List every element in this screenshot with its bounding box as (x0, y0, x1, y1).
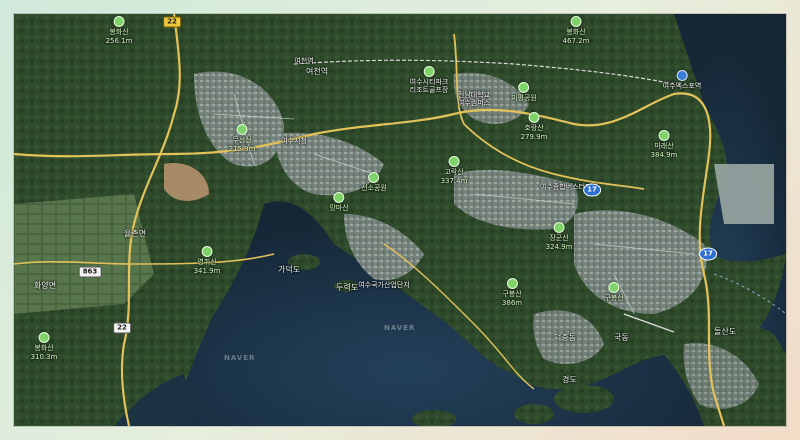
poi-elevation: 337.4m (440, 177, 468, 185)
poi-elevation: 341.9m (193, 267, 221, 275)
poi-name: 봉화산 (34, 344, 54, 352)
poi-name: 여천역 (294, 57, 314, 65)
place-label: 가덕도 (278, 265, 301, 274)
poi-elevation: 256.1m (105, 37, 133, 45)
place-label: 덕충동 (554, 333, 577, 342)
poi-name: 장군산 (549, 234, 569, 242)
poi-name: 마래산 (654, 142, 674, 150)
landmark-poi[interactable]: 여수시청 (281, 136, 307, 145)
route-863-shield: 863 (78, 266, 102, 278)
poi-name: 여수국가산업단지 (358, 281, 410, 289)
place-label: 돌산도 (714, 327, 737, 336)
island-south (514, 404, 554, 424)
poi-name: 봉화산 (566, 28, 586, 36)
mountain-icon (658, 130, 670, 141)
mountain-icon (608, 282, 620, 293)
mountain-poi[interactable]: 구봉산 (604, 282, 624, 302)
mountain-poi[interactable]: 마래산 384.9m (650, 130, 678, 159)
naver-watermark: NAVER (224, 354, 256, 362)
poi-name: 호랑산 (524, 124, 544, 132)
route-22-shield: 22 (113, 322, 131, 334)
place-label: 국동 (614, 333, 629, 342)
mountain-poi[interactable]: 구봉산 386m (502, 278, 522, 307)
poi-name: 전남대학교 여수캠퍼스 (457, 91, 491, 107)
mountain-icon (506, 278, 518, 289)
landmark-poi[interactable]: 여수엑스포역 (662, 70, 702, 90)
mountain-icon (448, 156, 460, 167)
poi-elevation: 386m (501, 299, 523, 307)
port-area (714, 164, 774, 224)
mountain-poi[interactable]: 봉화산 467.2m (562, 16, 590, 45)
landmark-poi[interactable]: 여천역 (294, 56, 313, 65)
poi-name: 구봉산 (502, 290, 522, 298)
poi-name: 영취산 (197, 258, 217, 266)
route-17-shield: 17 (699, 247, 717, 261)
poi-name: 여수엑스포역 (662, 82, 702, 90)
poi-elevation: 215.9m (228, 145, 256, 153)
mountain-icon (553, 222, 565, 233)
island-gyeongdo (554, 385, 614, 413)
mountain-icon (113, 16, 125, 27)
poi-name: 구봉산 (604, 294, 624, 302)
poi-name: 여수시청 (281, 137, 307, 145)
landmark-poi[interactable]: 미평공원 (511, 82, 537, 102)
poi-elevation: 324.9m (545, 243, 573, 251)
landmark-poi[interactable]: 여수국가산업단지 (358, 280, 410, 289)
poi-name: 선소공원 (361, 184, 387, 192)
poi-name: 여수시티파크 리조트골프장 (409, 78, 449, 94)
poi-name: 망마산 (329, 204, 349, 212)
landmark-poi[interactable]: 전남대학교 여수캠퍼스 (458, 90, 490, 107)
train-station-icon (676, 70, 688, 81)
mountain-poi[interactable]: 봉화산 256.1m (105, 16, 133, 45)
mountain-icon (570, 16, 582, 27)
mountain-poi[interactable]: 무선산 215.9m (228, 124, 256, 153)
park-icon (368, 172, 380, 183)
mountain-poi[interactable]: 영취산 341.9m (193, 246, 221, 275)
mountain-poi[interactable]: 봉화산 310.3m (30, 332, 58, 361)
landmark-poi[interactable]: 선소공원 (361, 172, 387, 192)
landmark-poi[interactable]: 여수시티파크 리조트골프장 (409, 66, 449, 94)
place-label: 경도 (562, 375, 577, 384)
place-label: 여천역 (306, 67, 329, 76)
park-icon (518, 82, 530, 93)
mountain-icon (333, 192, 345, 203)
mountain-poi[interactable]: 고락산 337.4m (440, 156, 468, 185)
poi-elevation: 467.2m (562, 37, 590, 45)
poi-elevation: 279.9m (520, 133, 548, 141)
route-17-shield: 17 (583, 183, 601, 197)
mountain-icon (236, 124, 248, 135)
naver-watermark: NAVER (384, 324, 416, 332)
route-22-shield: 22 (163, 16, 181, 28)
place-label: 화양면 (34, 281, 57, 290)
mountain-icon (528, 112, 540, 123)
poi-name: 미평공원 (511, 94, 537, 102)
mountain-icon (38, 332, 50, 343)
poi-elevation: 310.3m (30, 353, 58, 361)
place-label: 율촌면 (124, 229, 147, 238)
mountain-poi[interactable]: 호랑산 279.9m (520, 112, 548, 141)
place-label: 두력도 (336, 283, 359, 292)
mountain-poi[interactable]: 망마산 (329, 192, 349, 212)
mountain-icon (201, 246, 213, 257)
poi-name: 봉화산 (109, 28, 129, 36)
map-view[interactable]: 봉화산 256.1m 봉화산 467.2m 무선산 215.9m 호랑산 279… (14, 14, 786, 426)
poi-name: 무선산 (232, 136, 252, 144)
poi-name: 고락산 (444, 168, 464, 176)
mountain-poi[interactable]: 장군산 324.9m (545, 222, 573, 251)
poi-elevation: 384.9m (650, 151, 678, 159)
golf-icon (423, 66, 435, 77)
